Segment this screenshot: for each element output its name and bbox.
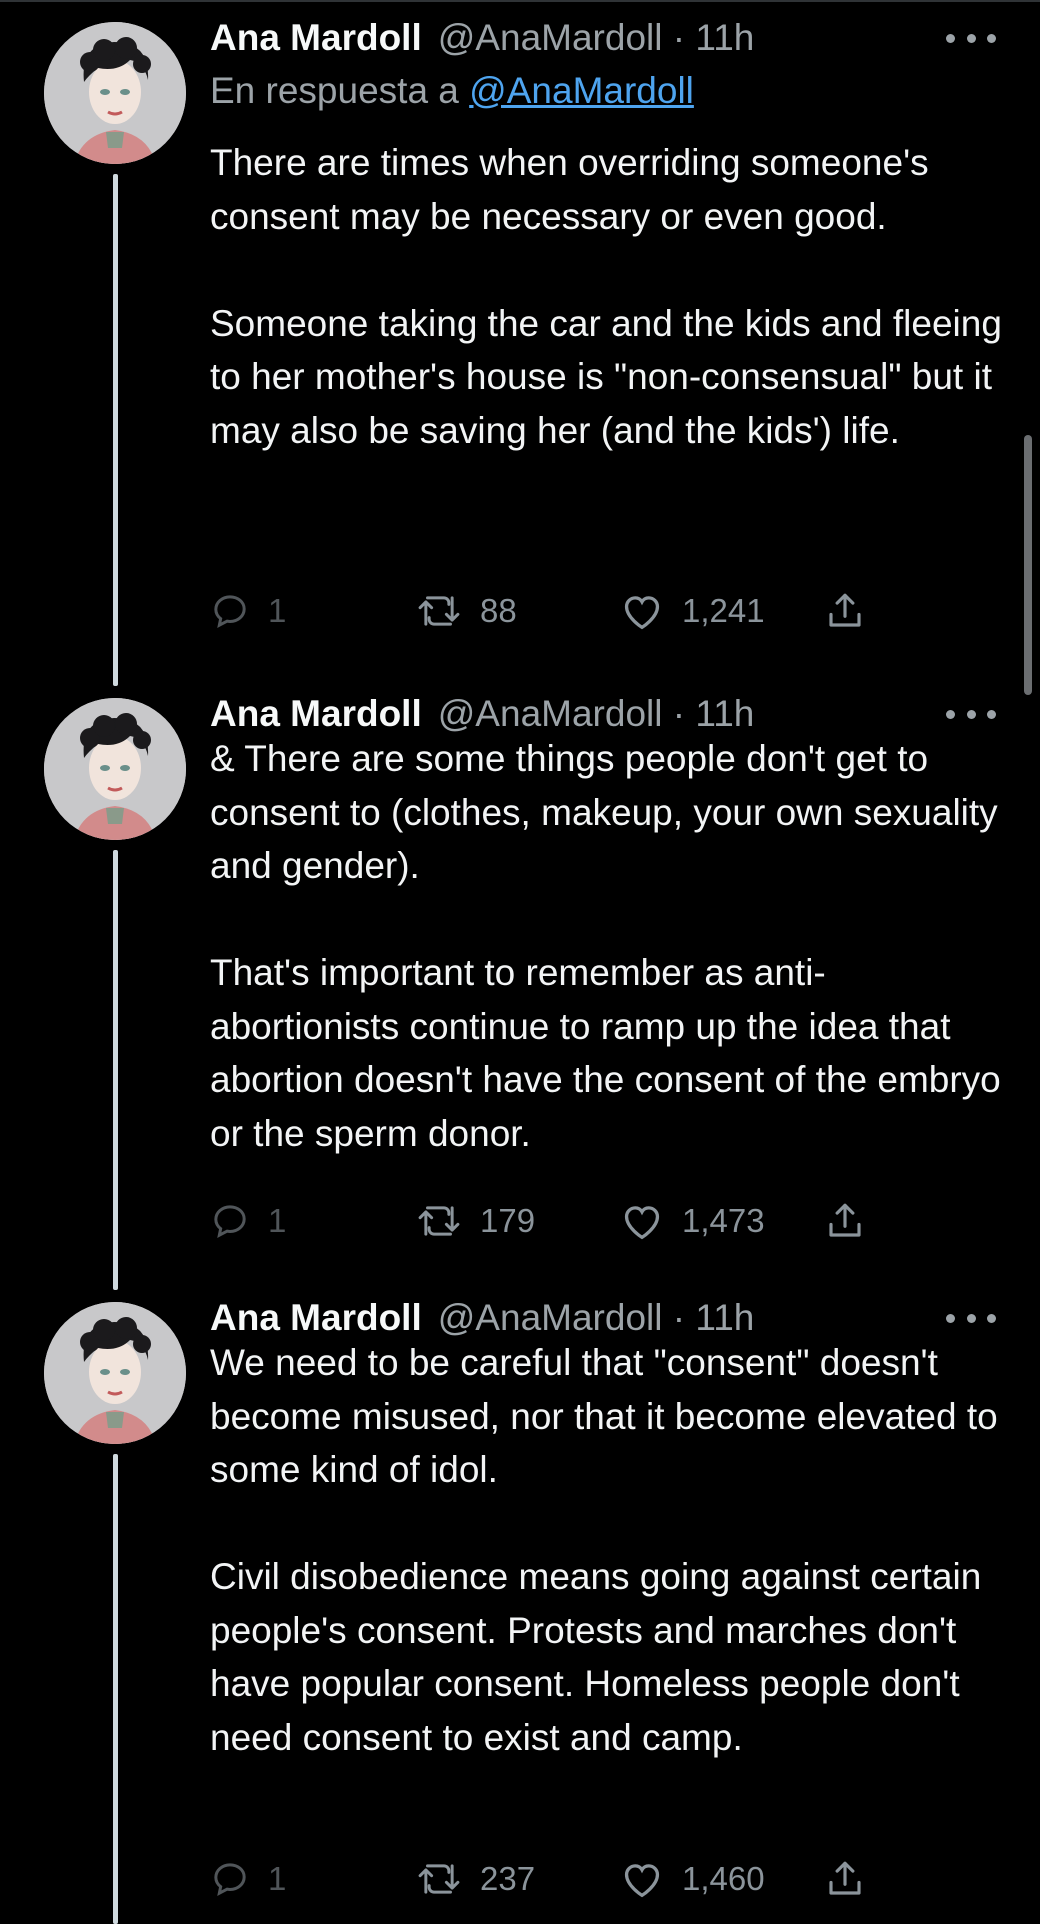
avatar-illustration <box>44 22 186 164</box>
avatar-illustration <box>44 1302 186 1444</box>
like-count: 1,473 <box>682 1202 765 1239</box>
share-icon <box>829 1203 861 1237</box>
heart-icon <box>624 1206 660 1240</box>
like-count: 1,460 <box>682 1860 765 1897</box>
avatar[interactable] <box>44 698 186 840</box>
retweet-count: 88 <box>480 592 517 629</box>
top-divider <box>0 0 1040 2</box>
separator: · <box>672 1297 686 1338</box>
share-button[interactable] <box>824 1854 866 1904</box>
reply-mention-link[interactable]: @AnaMardoll <box>469 70 694 111</box>
scrollbar[interactable] <box>1024 435 1032 695</box>
retweet-count: 237 <box>480 1860 536 1897</box>
tweet-text: There are times when overriding someone'… <box>210 136 1010 457</box>
timestamp: 11h <box>695 1297 755 1338</box>
separator: · <box>672 17 686 58</box>
like-button[interactable]: 1,241 <box>620 586 765 636</box>
timestamp: 11h <box>695 17 755 58</box>
author-name[interactable]: Ana Mardoll <box>210 17 422 59</box>
share-icon <box>829 593 861 627</box>
retweet-count: 179 <box>480 1202 536 1239</box>
tweet-paragraph: We need to be careful that "consent" doe… <box>210 1342 998 1490</box>
tweet-header: Ana Mardoll @AnaMardoll · 11h <box>210 1294 754 1342</box>
retweet-icon <box>418 1864 460 1894</box>
tweet-paragraph: There are times when overriding someone'… <box>210 142 929 237</box>
like-count: 1,241 <box>682 592 765 629</box>
tweet-text: & There are some things people don't get… <box>210 732 1010 1160</box>
avatar[interactable] <box>44 22 186 164</box>
reply-button[interactable]: 1 <box>210 1196 286 1246</box>
thread-line <box>113 1454 118 1924</box>
tweet-actions: 1 237 1,460 <box>210 1854 910 1904</box>
avatar[interactable] <box>44 1302 186 1444</box>
handle-text: @AnaMardoll <box>437 1297 663 1338</box>
handle-text: @AnaMardoll <box>437 693 663 734</box>
tweet-paragraph: That's important to remember as anti-abo… <box>210 952 1001 1154</box>
share-button[interactable] <box>824 1196 866 1246</box>
like-button[interactable]: 1,460 <box>620 1854 765 1904</box>
reply-button[interactable]: 1 <box>210 586 286 636</box>
author-name[interactable]: Ana Mardoll <box>210 1297 422 1339</box>
thread-line <box>113 174 118 686</box>
reply-count: 1 <box>268 592 287 629</box>
author-name[interactable]: Ana Mardoll <box>210 693 422 735</box>
reply-icon <box>214 1205 246 1238</box>
tweet-paragraph: & There are some things people don't get… <box>210 738 998 886</box>
heart-icon <box>624 1864 660 1898</box>
author-handle[interactable]: @AnaMardoll · 11h <box>438 17 755 59</box>
reply-count: 1 <box>268 1860 287 1897</box>
separator: · <box>672 693 686 734</box>
like-button[interactable]: 1,473 <box>620 1196 765 1246</box>
tweet-paragraph: Someone taking the car and the kids and … <box>210 302 1002 451</box>
reply-icon <box>214 1863 246 1896</box>
share-button[interactable] <box>824 586 866 636</box>
retweet-button[interactable]: 88 <box>416 586 517 636</box>
avatar-illustration <box>44 698 186 840</box>
more-icon[interactable] <box>946 1303 996 1333</box>
tweet-actions: 1 179 1,473 <box>210 1196 910 1246</box>
tweet-paragraph: Civil disobedience means going against c… <box>210 1556 982 1758</box>
handle-text: @AnaMardoll <box>437 17 663 58</box>
retweet-icon <box>418 596 460 626</box>
tweet-header: Ana Mardoll @AnaMardoll · 11h <box>210 14 754 62</box>
more-icon[interactable] <box>946 23 996 53</box>
reply-icon <box>214 595 246 628</box>
tweet-actions: 1 88 1,241 <box>210 586 910 636</box>
author-handle[interactable]: @AnaMardoll · 11h <box>438 1297 755 1339</box>
retweet-icon <box>418 1206 460 1236</box>
share-icon <box>829 1861 861 1895</box>
author-handle[interactable]: @AnaMardoll · 11h <box>438 693 755 735</box>
timestamp: 11h <box>695 693 755 734</box>
reply-count: 1 <box>268 1202 287 1239</box>
retweet-button[interactable]: 237 <box>416 1854 535 1904</box>
tweet-text: We need to be careful that "consent" doe… <box>210 1336 1010 1764</box>
reply-button[interactable]: 1 <box>210 1854 286 1904</box>
retweet-button[interactable]: 179 <box>416 1196 535 1246</box>
tweet-header: Ana Mardoll @AnaMardoll · 11h <box>210 690 754 738</box>
heart-icon <box>624 596 660 630</box>
thread-line <box>113 850 118 1290</box>
more-icon[interactable] <box>946 699 996 729</box>
reply-context: En respuesta a @AnaMardoll <box>210 70 694 112</box>
reply-prefix: En respuesta a <box>210 70 459 111</box>
